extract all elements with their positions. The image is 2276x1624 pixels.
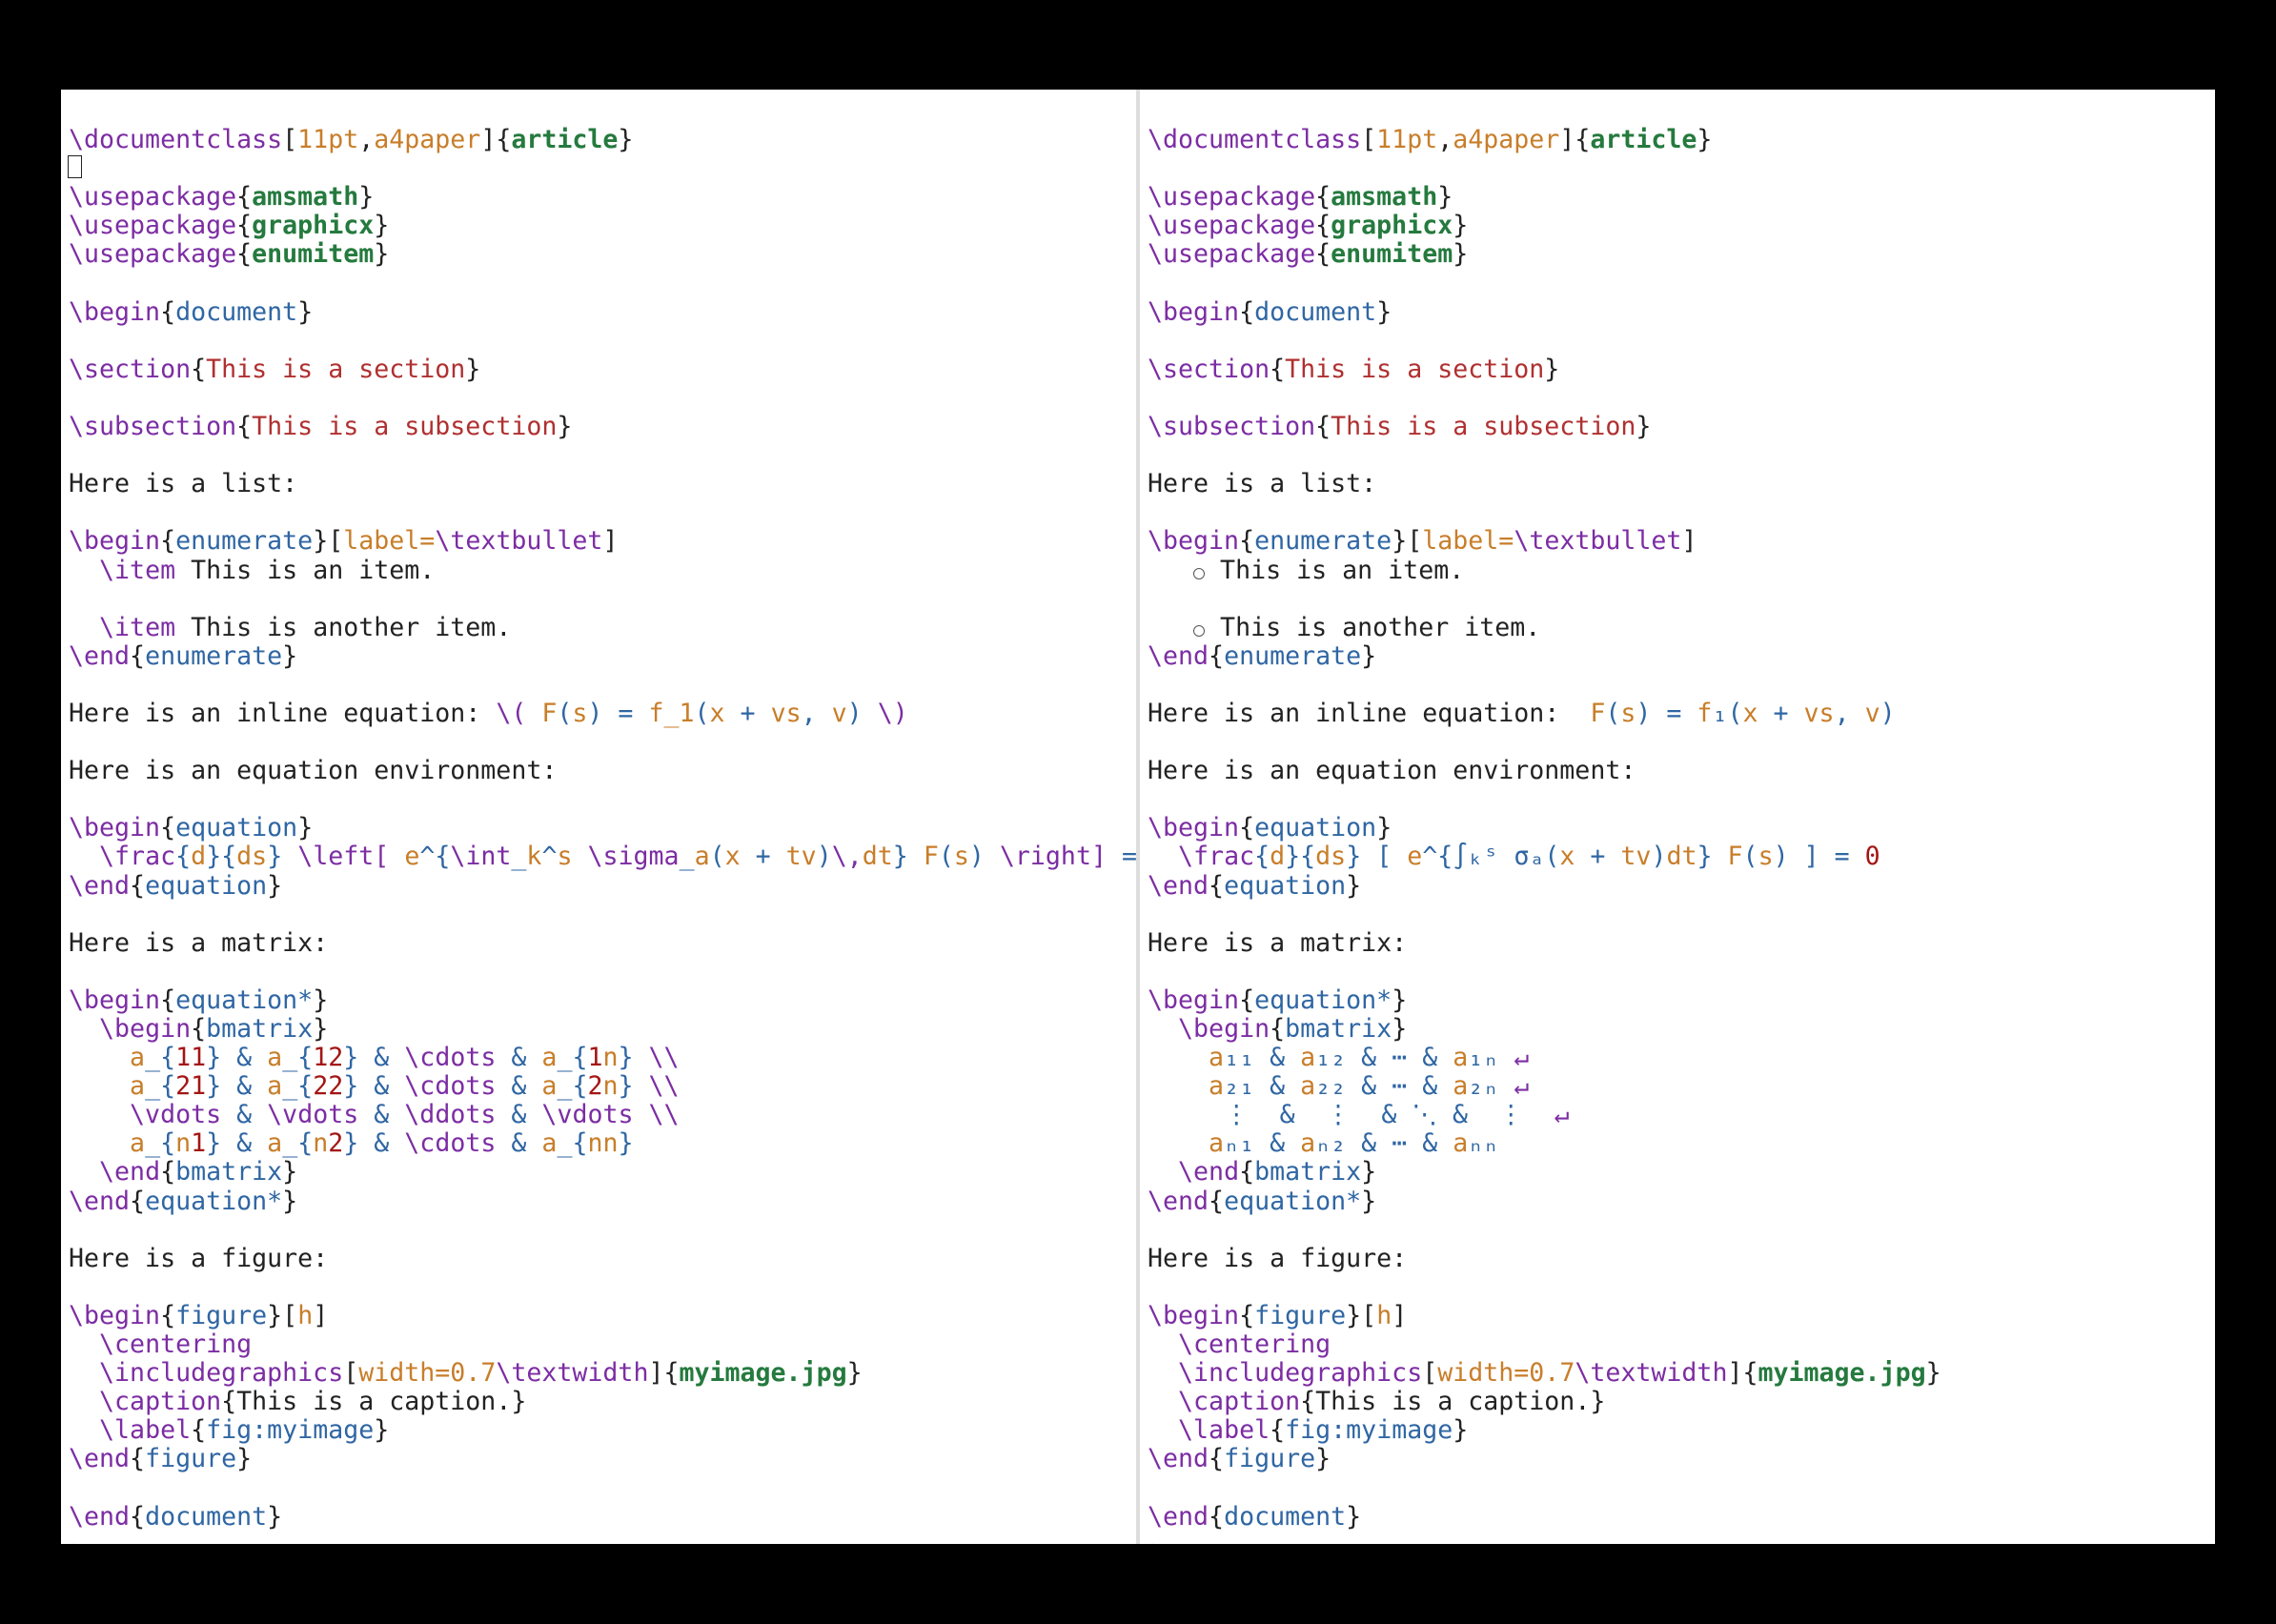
bullet-icon (1193, 568, 1205, 579)
code-left[interactable]: \documentclass[11pt,a4paper]{article} \u… (61, 90, 1136, 1544)
bullet-icon (1193, 625, 1205, 637)
editor-frame: \documentclass[11pt,a4paper]{article} \u… (61, 80, 2215, 1544)
split-panes: \documentclass[11pt,a4paper]{article} \u… (61, 90, 2215, 1544)
pane-left[interactable]: \documentclass[11pt,a4paper]{article} \u… (61, 90, 1140, 1544)
code-right[interactable]: \documentclass[11pt,a4paper]{article} \u… (1140, 90, 2215, 1544)
cursor (68, 155, 82, 178)
pane-right[interactable]: \documentclass[11pt,a4paper]{article} \u… (1140, 90, 2215, 1544)
